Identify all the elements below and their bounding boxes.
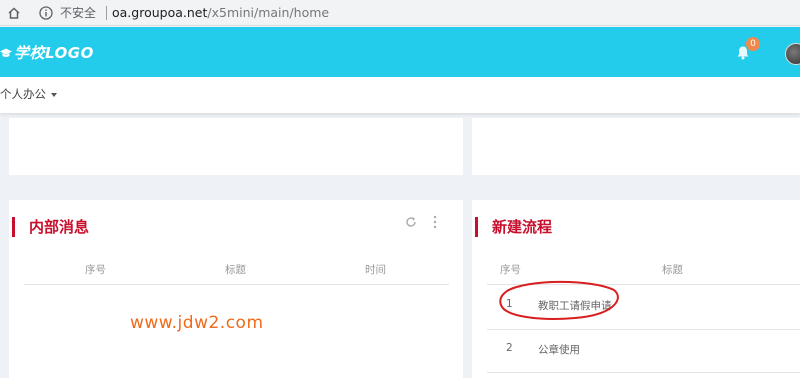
panel-top-left [9,118,463,175]
caret-down-icon [51,92,57,97]
url-host: oa.groupoa.net [112,5,208,20]
row-divider [487,372,800,373]
table-header-divider [24,284,449,285]
panel-title: 内部消息 [12,217,89,237]
security-status: 不安全 [60,6,97,20]
panel-title: 新建流程 [475,217,552,237]
nav-bar: 个人办公 [0,77,800,113]
row-divider [487,329,800,330]
refresh-icon[interactable] [405,216,417,228]
url-field[interactable]: oa.groupoa.net/x5mini/main/home [112,5,329,21]
home-icon[interactable] [6,5,22,21]
avatar[interactable] [785,43,800,65]
address-divider [106,6,107,20]
notification-badge: 0 [746,37,760,51]
url-path: /x5mini/main/home [207,5,330,20]
info-icon[interactable] [38,5,54,21]
more-vertical-icon[interactable] [433,215,437,229]
column-header-index: 序号 [500,264,521,276]
logo-text: 学校LOGO [14,44,94,62]
nav-menu-personal-office[interactable]: 个人办公 [0,86,57,102]
column-header-title: 标题 [662,264,683,276]
school-logo[interactable]: 学校LOGO [0,42,94,63]
browser-address-bar: 不安全 oa.groupoa.net/x5mini/main/home [0,0,800,26]
row-title-link[interactable]: 公章使用 [538,342,580,357]
column-header-title: 标题 [225,264,246,276]
graduation-cap-icon [0,48,12,57]
column-header-index: 序号 [85,264,106,276]
panel-top-right [472,118,800,175]
nav-menu-label: 个人办公 [0,87,46,101]
app-header: 学校LOGO 0 [0,27,800,77]
watermark-text: www.jdw2.com [130,313,264,333]
annotation-circle [499,280,619,320]
row-index: 2 [506,342,513,354]
panel-internal-messages: 内部消息 序号 标题 时间 [9,200,463,378]
column-header-time: 时间 [365,264,386,276]
